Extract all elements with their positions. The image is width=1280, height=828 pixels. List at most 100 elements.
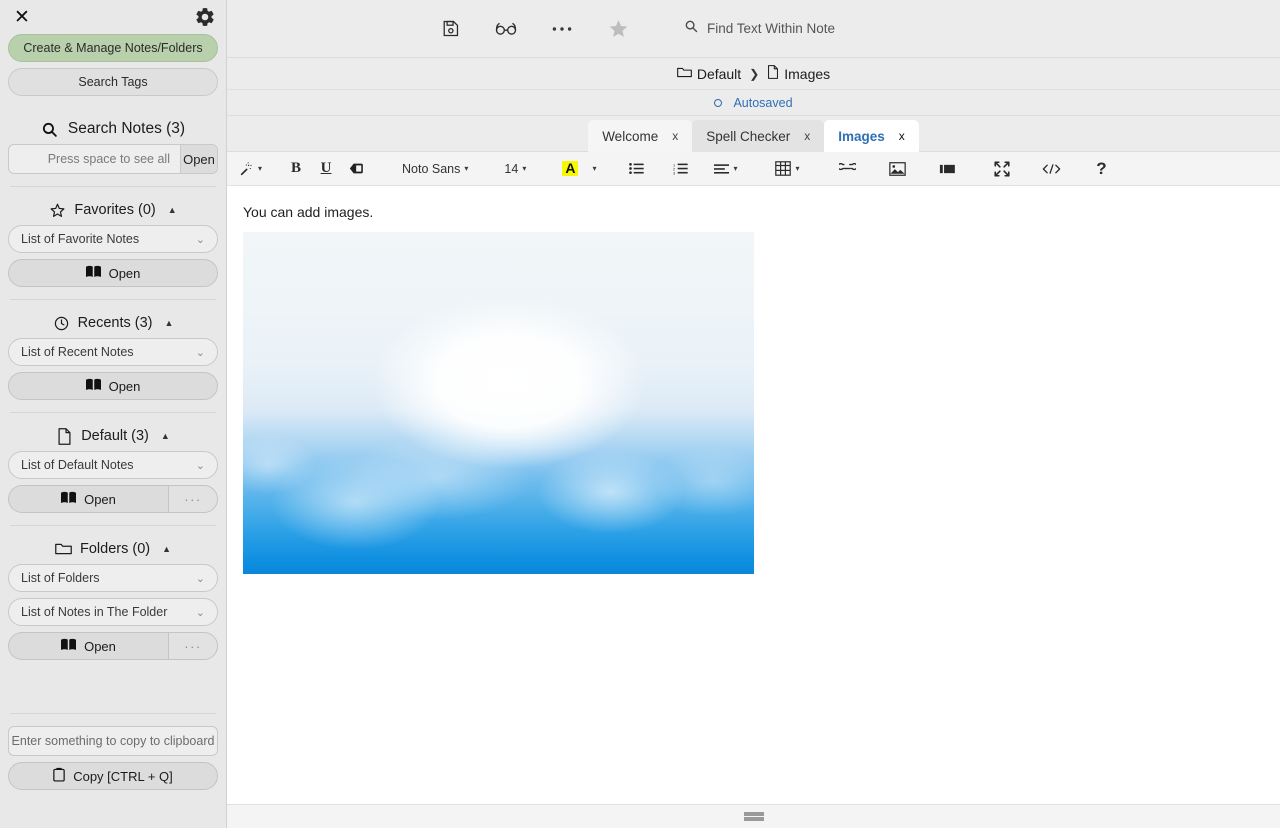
tab-label: Spell Checker bbox=[706, 128, 791, 144]
search-tags-button[interactable]: Search Tags bbox=[8, 68, 218, 96]
chevron-down-icon: ⌄ bbox=[195, 606, 205, 619]
link-icon[interactable] bbox=[833, 154, 863, 184]
reading-glasses-icon[interactable] bbox=[478, 12, 534, 46]
chevron-down-icon[interactable]: ▾ bbox=[733, 164, 737, 173]
close-icon[interactable]: ✕ bbox=[10, 6, 34, 29]
tab-label: Images bbox=[838, 128, 885, 144]
tab-spell-checker[interactable]: Spell Checker x bbox=[692, 120, 825, 152]
section-header-default[interactable]: Default (3) ▲ bbox=[8, 421, 218, 451]
folders-combo-row: List of Folders ⌄ bbox=[8, 564, 218, 592]
list-of-favorite-notes-select[interactable]: List of Favorite Notes ⌄ bbox=[8, 225, 218, 253]
tab-images[interactable]: Images x bbox=[824, 120, 919, 152]
text-color-button[interactable]: A ▾ bbox=[557, 154, 601, 184]
resize-grip-handle[interactable] bbox=[743, 812, 764, 821]
help-icon[interactable]: ? bbox=[1087, 154, 1117, 184]
tab-welcome[interactable]: Welcome x bbox=[588, 120, 693, 152]
font-size-select[interactable]: 14 ▾ bbox=[499, 154, 531, 184]
circle-icon bbox=[714, 98, 723, 107]
main-panel: Find Text Within Note Default ❯ Images A… bbox=[227, 0, 1280, 828]
recents-open-button[interactable]: Open bbox=[8, 372, 218, 400]
folders-more-button[interactable]: ··· bbox=[168, 632, 218, 660]
tab-close-icon[interactable]: x bbox=[804, 129, 810, 143]
search-notes-input[interactable] bbox=[9, 145, 180, 173]
note-editor[interactable]: You can add images. bbox=[227, 186, 1280, 804]
chevron-down-icon[interactable]: ▾ bbox=[258, 164, 262, 173]
breadcrumb-folder-label: Default bbox=[696, 65, 742, 82]
chevron-down-icon: ⌄ bbox=[195, 233, 205, 246]
list-of-notes-in-folder-select[interactable]: List of Notes in The Folder ⌄ bbox=[8, 598, 218, 626]
file-icon bbox=[767, 65, 779, 82]
image-icon[interactable] bbox=[883, 154, 913, 184]
folders-open-row: Open ··· bbox=[8, 632, 218, 660]
chevron-down-icon: ⌄ bbox=[195, 572, 205, 585]
ellipsis-icon[interactable] bbox=[534, 12, 590, 46]
section-title: Folders (0) bbox=[79, 541, 151, 557]
note-image[interactable] bbox=[243, 232, 754, 574]
divider bbox=[10, 299, 216, 300]
eraser-icon[interactable] bbox=[341, 154, 371, 184]
star-icon[interactable] bbox=[590, 12, 646, 46]
folder-icon bbox=[676, 66, 692, 82]
font-family-label: Noto Sans bbox=[402, 161, 461, 176]
search-icon bbox=[684, 19, 698, 38]
align-icon[interactable]: ▾ bbox=[709, 154, 742, 184]
numbered-list-icon[interactable]: 1 2 3 bbox=[665, 154, 695, 184]
clock-icon bbox=[53, 315, 70, 332]
tab-label: Welcome bbox=[602, 128, 659, 144]
open-label: Open bbox=[84, 491, 116, 507]
bold-label: B bbox=[291, 160, 302, 176]
folders-open-button[interactable]: Open bbox=[8, 632, 168, 660]
breadcrumb-folder[interactable]: Default bbox=[676, 65, 742, 82]
open-label: Open bbox=[84, 638, 116, 654]
magic-wand-icon[interactable]: ▾ bbox=[233, 154, 267, 184]
divider bbox=[10, 412, 216, 413]
favorites-open-row: Open bbox=[8, 259, 218, 287]
clipboard-input-wrap bbox=[8, 726, 218, 756]
copy-button[interactable]: Copy [CTRL + Q] bbox=[8, 762, 218, 790]
chevron-up-icon[interactable]: ▲ bbox=[165, 318, 174, 328]
bold-button[interactable]: B bbox=[281, 154, 311, 184]
find-text-search[interactable]: Find Text Within Note bbox=[684, 19, 835, 38]
bullet-list-icon[interactable] bbox=[621, 154, 651, 184]
default-more-button[interactable]: ··· bbox=[168, 485, 218, 513]
chevron-down-icon[interactable]: ▾ bbox=[795, 164, 799, 173]
table-icon[interactable]: ▾ bbox=[770, 154, 804, 184]
default-open-row: Open ··· bbox=[8, 485, 218, 513]
section-header-favorites[interactable]: Favorites (0) ▲ bbox=[8, 195, 218, 225]
settings-gear-icon[interactable] bbox=[194, 6, 216, 28]
code-icon[interactable] bbox=[1037, 154, 1067, 184]
create-manage-notes-folders-button[interactable]: Create & Manage Notes/Folders bbox=[8, 34, 218, 62]
chevron-down-icon[interactable]: ▾ bbox=[592, 164, 596, 173]
list-of-folders-select[interactable]: List of Folders ⌄ bbox=[8, 564, 218, 592]
list-of-default-notes-select[interactable]: List of Default Notes ⌄ bbox=[8, 451, 218, 479]
recents-open-row: Open bbox=[8, 372, 218, 400]
breadcrumb-note[interactable]: Images bbox=[767, 65, 830, 82]
folder-icon bbox=[55, 541, 72, 558]
favorites-open-button[interactable]: Open bbox=[8, 259, 218, 287]
tab-close-icon[interactable]: x bbox=[672, 129, 678, 143]
default-open-button[interactable]: Open bbox=[8, 485, 168, 513]
clipboard-input[interactable] bbox=[9, 727, 217, 755]
underline-label: U bbox=[320, 160, 332, 176]
section-header-folders[interactable]: Folders (0) ▲ bbox=[8, 534, 218, 564]
fullscreen-icon[interactable] bbox=[987, 154, 1017, 184]
folder-notes-combo-row: List of Notes in The Folder ⌄ bbox=[8, 598, 218, 626]
book-icon bbox=[85, 378, 101, 394]
chevron-up-icon[interactable]: ▲ bbox=[168, 205, 177, 215]
tab-close-icon[interactable]: x bbox=[899, 129, 905, 143]
breadcrumb: Default ❯ Images bbox=[227, 58, 1280, 90]
underline-button[interactable]: U bbox=[311, 154, 341, 184]
chevron-down-icon: ⌄ bbox=[195, 346, 205, 359]
autosave-status: Autosaved bbox=[227, 90, 1280, 116]
font-family-select[interactable]: Noto Sans ▾ bbox=[397, 154, 473, 184]
video-icon[interactable] bbox=[933, 154, 963, 184]
save-icon[interactable] bbox=[422, 12, 478, 46]
divider bbox=[10, 525, 216, 526]
list-of-recent-notes-select[interactable]: List of Recent Notes ⌄ bbox=[8, 338, 218, 366]
section-header-recents[interactable]: Recents (3) ▲ bbox=[8, 308, 218, 338]
chevron-up-icon[interactable]: ▲ bbox=[161, 431, 170, 441]
app-window: ✕ Create & Manage Notes/Folders Search T… bbox=[0, 0, 1280, 828]
chevron-up-icon[interactable]: ▲ bbox=[162, 544, 171, 554]
divider bbox=[10, 713, 216, 714]
search-notes-open-button[interactable]: Open bbox=[180, 145, 217, 173]
